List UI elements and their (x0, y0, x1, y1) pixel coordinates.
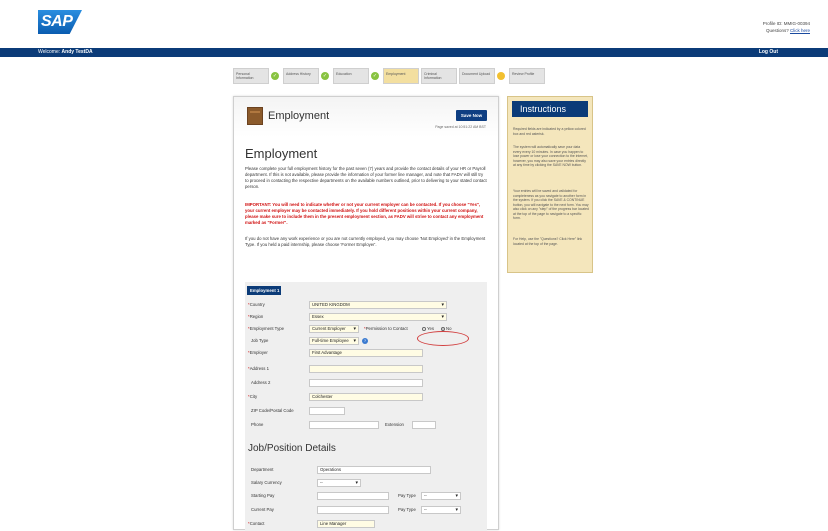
phone-label: Phone (251, 422, 264, 427)
starting-pay-label: Starting Pay (251, 493, 275, 498)
step-education[interactable]: Education (333, 68, 369, 84)
step-criminal-information[interactable]: Criminal Information (421, 68, 457, 84)
nav-bar: Welcome: Andy TestDA Log Out (0, 48, 828, 57)
step-address-history[interactable]: Address History (283, 68, 319, 84)
box-icon (247, 107, 263, 125)
step-document-upload[interactable]: Document Upload (459, 68, 495, 84)
instructions-p4: For Help, use the "Questions? Click Here… (513, 237, 583, 246)
pay-type-select[interactable]: -- (421, 492, 461, 500)
address1-input[interactable] (309, 365, 423, 373)
profile-info: Profile ID: MMIG-00394 Questions? Click … (763, 20, 810, 34)
permission-label: *Permission to Contact (364, 326, 408, 331)
welcome-text: Welcome: Andy TestDA (38, 49, 93, 55)
help-icon[interactable]: ? (362, 338, 368, 344)
job-type-label: Job Type (251, 338, 269, 343)
check-icon: ✓ (271, 72, 279, 80)
country-label: *Country (248, 302, 265, 307)
sap-logo: SAP (38, 10, 82, 34)
step-employment[interactable]: Employment (383, 68, 419, 84)
instructions-p1: Required fields are indicated by a yello… (513, 127, 586, 136)
step-personal-information[interactable]: Personal Information (233, 68, 269, 84)
important-paragraph: IMPORTANT: You will need to indicate whe… (245, 202, 484, 225)
extension-label: Extension (385, 422, 404, 427)
radio-icon (422, 327, 426, 331)
instructions-panel: Instructions Required fields are indicat… (507, 96, 593, 273)
contact-label: *Contact (248, 521, 265, 526)
extension-input[interactable] (412, 421, 436, 429)
job-position-title: Job/Position Details (248, 443, 336, 454)
employer-input[interactable]: First Advantage (309, 349, 423, 357)
current-pay-input[interactable] (317, 506, 389, 514)
intro-paragraph: Please complete your full employment his… (245, 166, 487, 189)
questions-text: Questions? (765, 28, 789, 33)
employment-panel: Employment Save Now Page saved at 10:51:… (233, 96, 499, 531)
page-saved-time: Page saved at 10:51:22 AM BST (435, 125, 486, 129)
department-input[interactable]: Operations (317, 466, 431, 474)
salary-currency-label: Salary Currency (251, 480, 282, 485)
progress-steps: Personal Information ✓ Address History ✓… (233, 68, 547, 84)
instructions-title: Instructions (512, 101, 588, 117)
employer-label: *Employer (248, 350, 268, 355)
page-title: Employment (268, 110, 330, 122)
check-icon: ✓ (321, 72, 329, 80)
city-label: *City (248, 394, 258, 399)
pay-type-2-select[interactable]: -- (421, 506, 461, 514)
not-employed-paragraph: If you do not have any work experience o… (245, 236, 486, 247)
region-select[interactable]: Essex (309, 313, 447, 321)
pay-type-label: Pay Type (398, 493, 416, 498)
country-select[interactable]: UNITED KINGDOM (309, 301, 447, 309)
job-type-select[interactable]: Full-time Employee (309, 337, 359, 345)
contact-input[interactable]: Line Manager (317, 520, 375, 528)
phone-input[interactable] (309, 421, 379, 429)
region-label: *Region (248, 314, 264, 319)
instructions-p2: The system will automatically save your … (513, 145, 589, 167)
employment-type-select[interactable]: Current Employer (309, 325, 359, 333)
salary-currency-select[interactable]: -- (317, 479, 361, 487)
city-input[interactable]: Colchester (309, 393, 423, 401)
address1-label: *Address 1 (248, 366, 270, 371)
current-pay-label: Current Pay (251, 507, 274, 512)
department-label: Department (251, 467, 274, 472)
pay-type-2-label: Pay Type (398, 507, 416, 512)
instructions-p3: Your entries will be saved and validated… (513, 189, 589, 220)
tab-employment-1[interactable]: Employment 1 (247, 286, 281, 295)
top-header: SAP Profile ID: MMIG-00394 Questions? Cl… (0, 0, 828, 48)
starting-pay-input[interactable] (317, 492, 389, 500)
zip-label: ZIP Code/Postal Code (251, 408, 294, 413)
click-here-link[interactable]: Click here (790, 28, 810, 33)
save-now-button[interactable]: Save Now (456, 110, 487, 121)
address2-input[interactable] (309, 379, 423, 387)
employment-type-label: *Employment Type (248, 326, 284, 331)
section-title: Employment (245, 146, 318, 161)
step-review-profile[interactable]: Review Profile (509, 68, 545, 84)
annotation-ellipse (417, 331, 469, 346)
logout-link[interactable]: Log Out (759, 48, 778, 57)
user-name: Andy TestDA (61, 49, 93, 55)
pending-icon (497, 72, 505, 80)
address2-label: Address 2 (251, 380, 271, 385)
check-icon: ✓ (371, 72, 379, 80)
profile-id: Profile ID: MMIG-00394 (762, 21, 810, 26)
zip-input[interactable] (309, 407, 345, 415)
